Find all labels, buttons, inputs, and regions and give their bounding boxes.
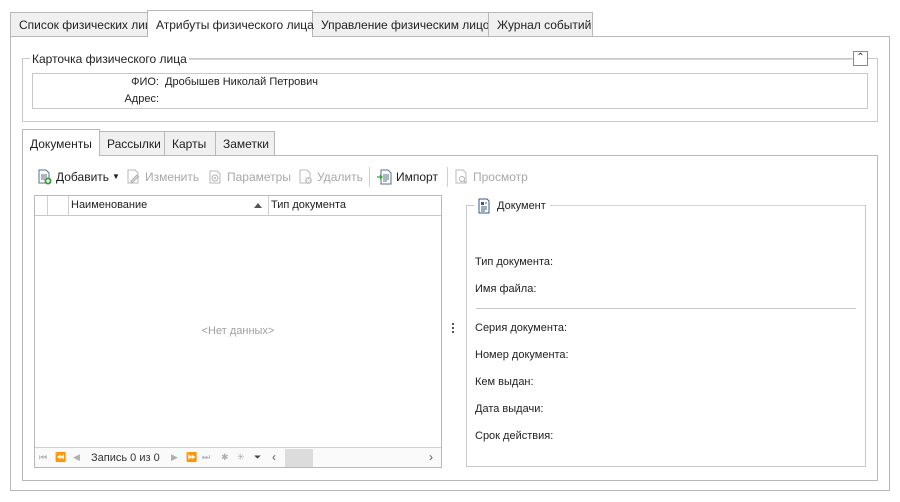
address-label: Адрес: xyxy=(124,93,159,105)
edit-button-label: Изменить xyxy=(145,170,200,184)
view-button-label: Просмотр xyxy=(473,170,528,184)
column-header-name[interactable]: Наименование xyxy=(69,196,269,215)
last-record-icon[interactable]: ⏭ xyxy=(202,451,210,463)
params-button-label: Параметры xyxy=(227,170,291,184)
first-record-icon[interactable]: ⏮ xyxy=(39,451,47,463)
collapse-button[interactable]: ⌃ xyxy=(853,51,868,66)
dropdown-arrow-icon: ▼ xyxy=(112,172,120,181)
grid-header: Наименование Тип документа xyxy=(35,196,441,216)
fio-label: ФИО: xyxy=(131,76,159,88)
tab-event-log[interactable]: Журнал событий xyxy=(488,12,593,36)
document-details-group xyxy=(466,205,866,467)
splitter-handle[interactable] xyxy=(452,323,455,337)
grid-navigator: ⏮ ⏪ ◀ Запись 0 из 0 ▶ ⏩ ⏭ ✱ ✳ ⏷ ‹ › xyxy=(35,447,441,467)
delete-document-icon xyxy=(297,169,313,185)
view-document-icon xyxy=(453,169,469,185)
document-icon xyxy=(476,198,492,214)
next-record-icon[interactable]: ▶ xyxy=(171,451,178,463)
add-button[interactable]: Добавить ▼ xyxy=(36,168,120,186)
fio-value: Дробышев Николай Петрович xyxy=(165,76,319,88)
tab-mailings[interactable]: Рассылки xyxy=(99,131,165,155)
add-button-label: Добавить xyxy=(56,170,110,184)
scroll-right-icon[interactable]: › xyxy=(429,450,433,464)
person-card-title: Карточка физического лица xyxy=(30,52,189,66)
edit-button[interactable]: Изменить xyxy=(125,168,199,186)
chevron-up-icon: ⌃ xyxy=(856,52,865,63)
import-button-label: Импорт xyxy=(396,170,438,184)
add-document-icon xyxy=(36,169,52,185)
horizontal-scrollbar-thumb[interactable] xyxy=(285,449,313,467)
documents-grid[interactable]: Наименование Тип документа <Нет данных> … xyxy=(34,195,442,468)
tab-person-management[interactable]: Управление физическим лицом xyxy=(312,12,498,36)
next-page-icon[interactable]: ⏩ xyxy=(186,451,197,463)
selector-column-header[interactable] xyxy=(48,196,69,215)
doc-series-label: Серия документа: xyxy=(475,322,568,334)
no-data-text: <Нет данных> xyxy=(201,325,275,337)
filter-icon[interactable]: ⏷ xyxy=(254,451,261,463)
append-record-icon[interactable]: ✱ xyxy=(221,451,229,463)
tab-person-attributes[interactable]: Атрибуты физического лица xyxy=(147,10,314,37)
prev-record-icon[interactable]: ◀ xyxy=(73,451,80,463)
card-title-line xyxy=(180,59,852,60)
edit-record-icon[interactable]: ✳ xyxy=(237,451,245,463)
column-header-doc-type[interactable]: Тип документа xyxy=(269,196,441,215)
parameters-icon xyxy=(207,169,223,185)
sort-ascending-icon xyxy=(254,203,262,208)
tab-notes[interactable]: Заметки xyxy=(215,131,275,155)
record-counter: Запись 0 из 0 xyxy=(91,452,160,464)
doc-title-line xyxy=(552,205,864,206)
tab-documents[interactable]: Документы xyxy=(22,129,100,156)
doc-divider xyxy=(476,308,856,309)
row-indicator-header xyxy=(35,196,48,215)
scroll-left-icon[interactable]: ‹ xyxy=(272,450,276,464)
issue-date-label: Дата выдачи: xyxy=(475,403,544,415)
edit-document-icon xyxy=(125,169,141,185)
view-button[interactable]: Просмотр xyxy=(453,168,528,186)
delete-button[interactable]: Удалить xyxy=(297,168,363,186)
params-button[interactable]: Параметры xyxy=(207,168,291,186)
file-name-label: Имя файла: xyxy=(475,283,537,295)
tab-person-list[interactable]: Список физических лиц xyxy=(10,12,152,36)
document-group-title: Документ xyxy=(474,198,550,214)
doc-number-label: Номер документа: xyxy=(475,349,569,361)
delete-button-label: Удалить xyxy=(317,170,363,184)
doc-type-label: Тип документа: xyxy=(475,256,554,268)
validity-label: Срок действия: xyxy=(475,430,554,442)
tab-cards[interactable]: Карты xyxy=(164,131,216,155)
toolbar-separator xyxy=(369,167,370,187)
document-title-label: Документ xyxy=(497,200,546,212)
import-icon xyxy=(376,169,392,185)
toolbar-separator xyxy=(447,167,448,187)
import-button[interactable]: Импорт xyxy=(376,168,438,186)
issued-by-label: Кем выдан: xyxy=(475,376,534,388)
prev-page-icon[interactable]: ⏪ xyxy=(55,451,66,463)
